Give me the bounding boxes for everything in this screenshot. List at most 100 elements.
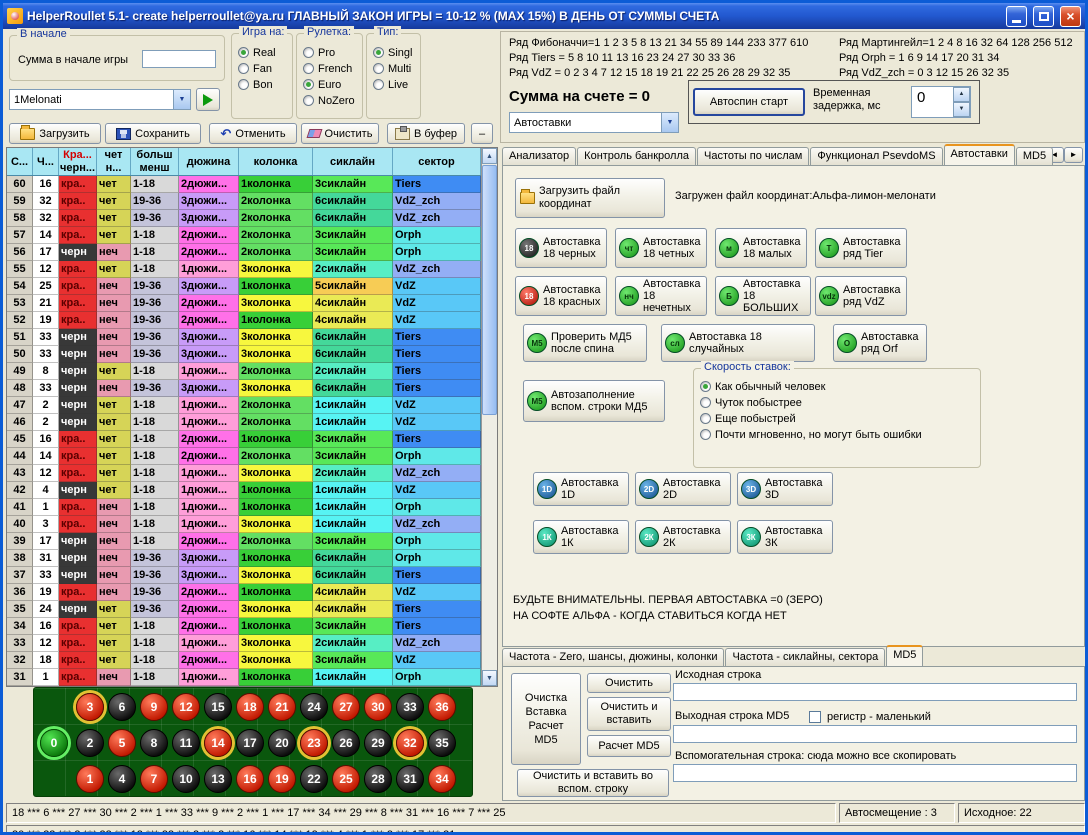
- radio-option-4[interactable]: NoZero: [303, 94, 362, 107]
- maximize-button[interactable]: [1033, 6, 1054, 27]
- spin-row-44[interactable]: 4414кра..чет1-182дюжи...2колонка3сиклайн…: [7, 448, 481, 465]
- spin-row-51[interactable]: 5133черннеч19-363дюжи...3колонка6сиклайн…: [7, 329, 481, 346]
- scrollbar-thumb[interactable]: [482, 165, 497, 415]
- save-button[interactable]: Сохранить: [105, 123, 201, 144]
- tab-top-6[interactable]: MD5: [1016, 147, 1053, 165]
- autobet-18-random-button[interactable]: слАвтоставка 18 случайных: [661, 324, 815, 362]
- autospin-start-button[interactable]: Автоспин старт: [693, 88, 805, 116]
- autofill-md5-aux-button[interactable]: М5Автозаполнение вспом. строки МД5: [523, 380, 665, 422]
- board-number-34[interactable]: 34: [428, 765, 456, 793]
- board-number-32[interactable]: 32: [396, 729, 424, 757]
- start-sum-input[interactable]: [142, 50, 216, 68]
- board-number-10[interactable]: 10: [172, 765, 200, 793]
- spin-row-58[interactable]: 5832кра..чет19-363дюжи...2колонка6сиклай…: [7, 210, 481, 227]
- radio-option-4[interactable]: Почти мгновенно, но могут быть ошибки: [700, 428, 980, 441]
- tab-bottom-3[interactable]: MD5: [886, 645, 923, 666]
- spin-row-38[interactable]: 3831черннеч19-363дюжи...1колонка6сиклайн…: [7, 550, 481, 567]
- chevron-down-icon[interactable]: ▼: [661, 113, 678, 132]
- board-number-25[interactable]: 25: [332, 765, 360, 793]
- spin-row-56[interactable]: 5617черннеч1-182дюжи...2колонка3сиклайнO…: [7, 244, 481, 261]
- minimize-button[interactable]: [1006, 6, 1027, 27]
- check-md5-after-spin-button[interactable]: М5Проверить МД5 после спина: [523, 324, 647, 362]
- tab-bottom-1[interactable]: Частота - Zero, шансы, дюжины, колонки: [502, 648, 724, 666]
- tab-top-4[interactable]: Функционал PsevdoMS: [810, 147, 942, 165]
- radio-option-1[interactable]: Real: [238, 46, 292, 59]
- autobets-combobox[interactable]: Автоставки ▼: [509, 112, 679, 133]
- tab-top-3[interactable]: Частоты по числам: [697, 147, 809, 165]
- board-number-18[interactable]: 18: [236, 693, 264, 721]
- board-number-15[interactable]: 15: [204, 693, 232, 721]
- spin-row-37[interactable]: 3733черннеч19-363дюжи...3колонка6сиклайн…: [7, 567, 481, 584]
- spin-row-46[interactable]: 462чернчет1-181дюжи...2колонка1сиклайнVd…: [7, 414, 481, 431]
- spin-row-41[interactable]: 411кра..неч1-181дюжи...1колонка1сиклайнO…: [7, 499, 481, 516]
- board-number-8[interactable]: 8: [140, 729, 168, 757]
- spin-row-34[interactable]: 3416кра..чет1-182дюжи...1колонка3сиклайн…: [7, 618, 481, 635]
- output-string-input[interactable]: [673, 725, 1077, 743]
- spin-row-59[interactable]: 5932кра..чет19-363дюжи...2колонка6сиклай…: [7, 193, 481, 210]
- board-number-22[interactable]: 22: [300, 765, 328, 793]
- board-number-16[interactable]: 16: [236, 765, 264, 793]
- spin-row-39[interactable]: 3917черннеч1-182дюжи...2колонка3сиклайнO…: [7, 533, 481, 550]
- radio-option-3[interactable]: Euro: [303, 78, 362, 91]
- radio-option-3[interactable]: Еще побыстрей: [700, 412, 980, 425]
- board-number-1[interactable]: 1: [76, 765, 104, 793]
- autobet-18-big-button[interactable]: БАвтоставка 18 БОЛЬШИХ: [715, 276, 811, 316]
- radio-option-1[interactable]: Singl: [373, 46, 420, 59]
- radio-option-3[interactable]: Bon: [238, 78, 292, 91]
- autobet-1d-button[interactable]: 1DАвтоставка 1D: [533, 472, 629, 506]
- board-number-33[interactable]: 33: [396, 693, 424, 721]
- board-number-2[interactable]: 2: [76, 729, 104, 757]
- tab-top-2[interactable]: Контроль банкролла: [577, 147, 696, 165]
- spin-row-48[interactable]: 4833черннеч19-363дюжи...3колонка6сиклайн…: [7, 380, 481, 397]
- md5-calc-button[interactable]: Расчет MD5: [587, 735, 671, 757]
- autobet-18-odd-button[interactable]: нчАвтоставка 18 нечетных: [615, 276, 707, 316]
- aux-string-input[interactable]: [673, 764, 1077, 782]
- tab-bottom-2[interactable]: Частота - сиклайны, сектора: [725, 648, 885, 666]
- board-number-14[interactable]: 14: [204, 729, 232, 757]
- spins-table-body[interactable]: 6016кра..чет1-182дюжи...1колонка3сиклайн…: [7, 176, 481, 686]
- autobet-18-small-button[interactable]: мАвтоставка 18 малых: [715, 228, 807, 268]
- md5-clear-paste-aux-button[interactable]: Очистить и вставить во вспом. строку: [517, 769, 669, 797]
- load-coordinates-button[interactable]: Загрузить файл координат: [515, 178, 665, 218]
- autobet-18-even-button[interactable]: чтАвтоставка 18 четных: [615, 228, 707, 268]
- table-scrollbar[interactable]: ▲ ▼: [481, 148, 497, 686]
- md5-clear-and-paste-button[interactable]: Очистить и вставить: [587, 697, 671, 731]
- board-number-3[interactable]: 3: [76, 693, 104, 721]
- radio-option-2[interactable]: French: [303, 62, 362, 75]
- board-number-7[interactable]: 7: [140, 765, 168, 793]
- radio-option-3[interactable]: Live: [373, 78, 420, 91]
- scroll-down-icon[interactable]: ▼: [482, 670, 497, 686]
- autobet-orf-row-button[interactable]: ОАвтоставка ряд Orf: [833, 324, 927, 362]
- profile-combobox[interactable]: 1Melonati ▼: [9, 89, 191, 110]
- spinner-up-icon[interactable]: ▲: [953, 87, 970, 102]
- board-number-36[interactable]: 36: [428, 693, 456, 721]
- close-button[interactable]: ×: [1060, 6, 1081, 27]
- play-button[interactable]: [196, 88, 220, 111]
- board-number-29[interactable]: 29: [364, 729, 392, 757]
- spin-row-36[interactable]: 3619кра..неч19-362дюжи...1колонка4сиклай…: [7, 584, 481, 601]
- spin-row-57[interactable]: 5714кра..чет1-182дюжи...2колонка3сиклайн…: [7, 227, 481, 244]
- board-number-9[interactable]: 9: [140, 693, 168, 721]
- radio-option-2[interactable]: Чуток побыстрее: [700, 396, 980, 409]
- board-number-30[interactable]: 30: [364, 693, 392, 721]
- chevron-down-icon[interactable]: ▼: [173, 90, 190, 109]
- board-number-23[interactable]: 23: [300, 729, 328, 757]
- spin-row-40[interactable]: 403кра..неч1-181дюжи...3колонка1сиклайнV…: [7, 516, 481, 533]
- collapse-button[interactable]: –: [471, 123, 493, 144]
- board-number-17[interactable]: 17: [236, 729, 264, 757]
- autobet-3d-button[interactable]: 3DАвтоставка 3D: [737, 472, 833, 506]
- board-number-26[interactable]: 26: [332, 729, 360, 757]
- board-number-27[interactable]: 27: [332, 693, 360, 721]
- spin-row-42[interactable]: 424чернчет1-181дюжи...1колонка1сиклайнVd…: [7, 482, 481, 499]
- scroll-up-icon[interactable]: ▲: [482, 148, 497, 164]
- board-number-11[interactable]: 11: [172, 729, 200, 757]
- autobet-vdz-row-button[interactable]: vdzАвтоставка ряд VdZ: [815, 276, 907, 316]
- board-number-0[interactable]: 0: [40, 729, 68, 757]
- tab-top-1[interactable]: Анализатор: [502, 147, 576, 165]
- radio-option-2[interactable]: Multi: [373, 62, 420, 75]
- autobet-3k-button[interactable]: 3КАвтоставка 3К: [737, 520, 833, 554]
- board-number-31[interactable]: 31: [396, 765, 424, 793]
- autobet-18-black-button[interactable]: 18Автоставка 18 черных: [515, 228, 607, 268]
- spin-row-45[interactable]: 4516кра..чет1-182дюжи...1колонка3сиклайн…: [7, 431, 481, 448]
- copy-to-buffer-button[interactable]: В буфер: [387, 123, 465, 144]
